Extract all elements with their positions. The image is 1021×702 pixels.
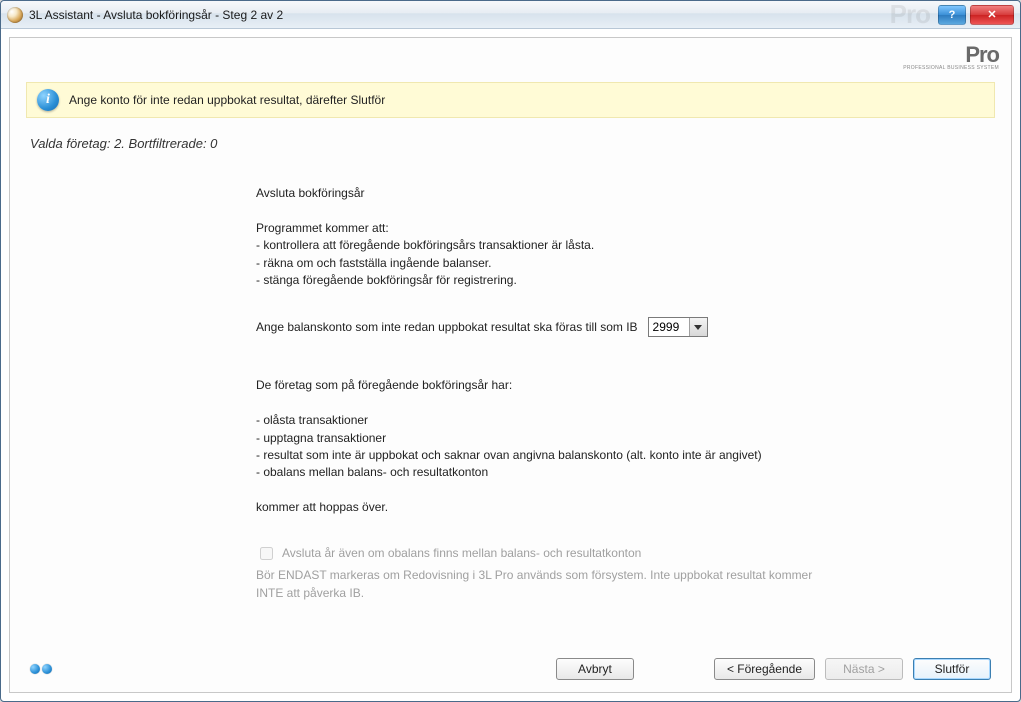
wizard-panel: Pro PROFESSIONAL BUSINESS SYSTEM i Ange …: [9, 37, 1012, 693]
info-banner: i Ange konto för inte redan uppbokat res…: [26, 82, 995, 118]
force-close-checkbox-row[interactable]: Avsluta år även om obalans finns mellan …: [256, 544, 956, 563]
info-icon: i: [37, 89, 59, 111]
warn-outro: kommer att hoppas över.: [256, 499, 956, 516]
brand-subtitle: PROFESSIONAL BUSINESS SYSTEM: [903, 66, 999, 71]
balance-account-input[interactable]: [649, 318, 689, 336]
force-close-label: Avsluta år även om obalans finns mellan …: [282, 545, 641, 562]
window-title: 3L Assistant - Avsluta bokföringsår - St…: [29, 8, 283, 22]
intro-bullet: - räkna om och fastställa ingående balan…: [256, 255, 956, 272]
client-area: Pro PROFESSIONAL BUSINESS SYSTEM i Ange …: [1, 29, 1020, 701]
footer-indicators: [30, 664, 52, 674]
brand-name: Pro: [965, 42, 999, 67]
info-text: Ange konto för inte redan uppbokat resul…: [69, 93, 385, 107]
section-heading: Avsluta bokföringsår: [256, 185, 956, 202]
cancel-button[interactable]: Avbryt: [556, 658, 634, 680]
force-close-note: Bör ENDAST markeras om Redovisning i 3L …: [256, 567, 816, 602]
next-button: Nästa >: [825, 658, 903, 680]
brand-logo: Pro PROFESSIONAL BUSINESS SYSTEM: [903, 44, 999, 71]
help-icon: ?: [949, 9, 956, 21]
status-dot-icon: [30, 664, 40, 674]
warn-intro: De företag som på föregående bokföringså…: [256, 377, 956, 394]
selection-status: Valda företag: 2. Bortfiltrerade: 0: [30, 136, 991, 151]
close-button[interactable]: ✕: [970, 5, 1014, 25]
help-button[interactable]: ?: [938, 5, 966, 25]
force-close-checkbox[interactable]: [260, 547, 273, 560]
warn-item: - obalans mellan balans- och resultatkon…: [256, 464, 956, 481]
chevron-down-icon[interactable]: [689, 318, 707, 336]
balance-account-row: Ange balanskonto som inte redan uppbokat…: [256, 317, 956, 337]
brand-watermark: Pro: [890, 0, 930, 30]
warn-item: - upptagna transaktioner: [256, 430, 956, 447]
intro-bullet: - kontrollera att föregående bokföringså…: [256, 237, 956, 254]
warning-section: De företag som på föregående bokföringså…: [256, 377, 956, 516]
close-icon: ✕: [987, 8, 996, 21]
wizard-body: Avsluta bokföringsår Programmet kommer a…: [256, 185, 956, 602]
finish-button[interactable]: Slutför: [913, 658, 991, 680]
assistant-window: 3L Assistant - Avsluta bokföringsår - St…: [0, 0, 1021, 702]
window-buttons: ? ✕: [938, 5, 1014, 25]
intro-line: Programmet kommer att:: [256, 220, 956, 237]
wizard-footer: Avbryt < Föregående Nästa > Slutför: [26, 652, 995, 682]
intro-bullet: - stänga föregående bokföringsår för reg…: [256, 272, 956, 289]
intro-section: Avsluta bokföringsår Programmet kommer a…: [256, 185, 956, 289]
back-button[interactable]: < Föregående: [714, 658, 815, 680]
app-icon: [7, 7, 23, 23]
balance-account-label: Ange balanskonto som inte redan uppbokat…: [256, 319, 638, 336]
status-dot-icon: [42, 664, 52, 674]
warn-item: - olåsta transaktioner: [256, 412, 956, 429]
balance-account-combo[interactable]: [648, 317, 708, 337]
footer-buttons: Avbryt < Föregående Nästa > Slutför: [556, 658, 991, 680]
warn-item: - resultat som inte är uppbokat och sakn…: [256, 447, 956, 464]
titlebar: 3L Assistant - Avsluta bokföringsår - St…: [1, 1, 1020, 29]
